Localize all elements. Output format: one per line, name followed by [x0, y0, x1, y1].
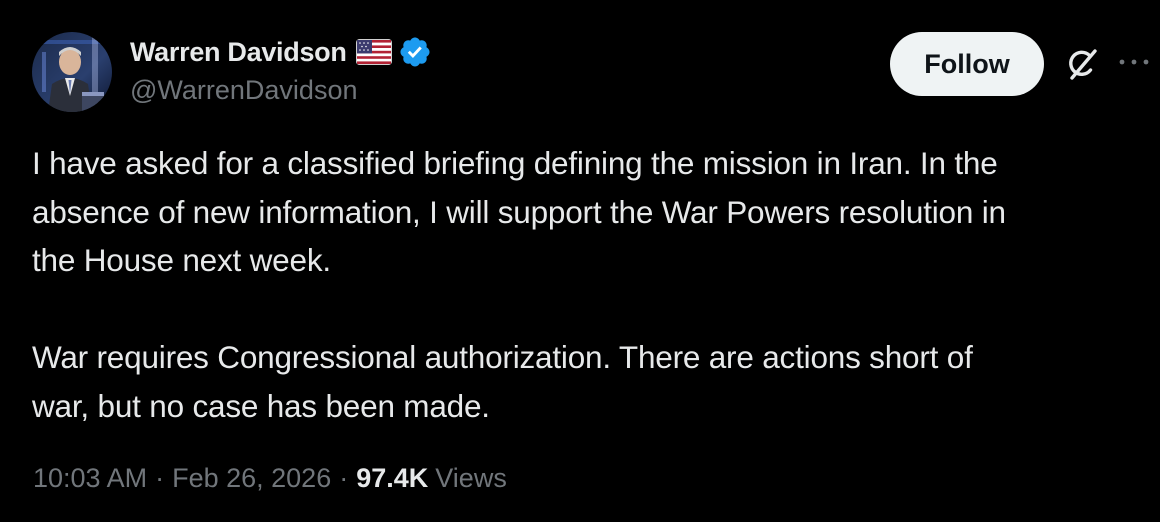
tweet-card: Warren Davidson @WarrenDavidson Follow I… — [0, 0, 1160, 522]
author-handle[interactable]: @WarrenDavidson — [130, 75, 432, 106]
views-label: Views — [435, 463, 507, 493]
grok-icon[interactable] — [1064, 46, 1100, 84]
avatar-photo — [32, 32, 112, 112]
follow-button[interactable]: Follow — [890, 32, 1044, 96]
more-options-icon[interactable] — [1114, 52, 1154, 72]
tweet-meta: 10:03 AM · Feb 26, 2026 · 97.4K Views — [33, 463, 507, 494]
views-count: 97.4K — [356, 463, 429, 493]
display-name[interactable]: Warren Davidson — [130, 37, 347, 68]
avatar[interactable] — [32, 32, 112, 112]
tweet-text: I have asked for a classified briefing d… — [32, 145, 1006, 424]
us-flag-icon — [355, 39, 392, 65]
tweet-time[interactable]: 10:03 AM — [33, 463, 147, 494]
verified-icon[interactable] — [398, 35, 432, 69]
meta-separator: · — [155, 463, 165, 493]
name-row: Warren Davidson — [130, 33, 432, 71]
meta-separator: · — [339, 463, 349, 493]
author-identity: Warren Davidson @WarrenDavidson — [130, 33, 432, 106]
tweet-date[interactable]: Feb 26, 2026 — [172, 463, 331, 494]
